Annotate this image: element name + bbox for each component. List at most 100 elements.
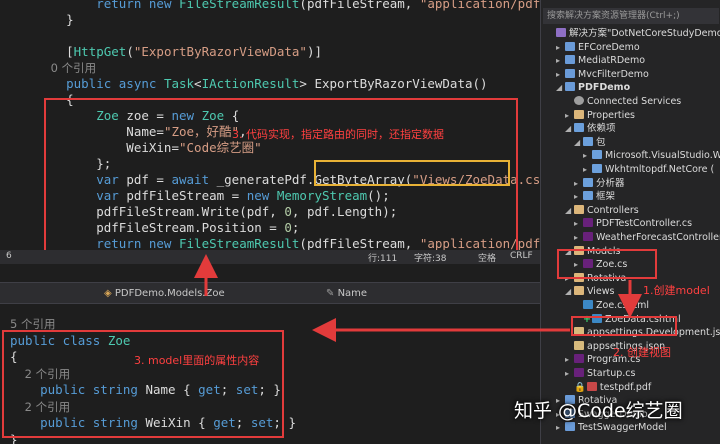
code-line: [HttpGet("ExportByRazorViewData")] bbox=[36, 43, 322, 60]
tree-item-label: 框架 bbox=[596, 191, 616, 203]
proj-icon bbox=[565, 55, 575, 65]
status-line-ending[interactable]: CRLF bbox=[510, 251, 533, 261]
tree-item-label: TestSwaggerModel bbox=[578, 422, 667, 434]
expand-arrow-icon[interactable]: ▸ bbox=[583, 149, 592, 163]
code-token: HttpGet bbox=[73, 44, 127, 59]
tree-item-label: EFCoreDemo bbox=[578, 41, 640, 53]
proj-icon bbox=[565, 68, 575, 78]
expand-arrow-icon[interactable]: ▸ bbox=[574, 231, 583, 245]
code-line: return new FileStreamResult(pdfFileStrea… bbox=[36, 0, 540, 12]
expand-arrow-icon[interactable]: ◢ bbox=[565, 285, 574, 299]
code-line: 0 个引用 bbox=[36, 59, 97, 76]
expand-arrow-icon[interactable]: ▸ bbox=[556, 68, 565, 82]
code-token: ( bbox=[126, 44, 134, 59]
cs-icon bbox=[574, 354, 584, 364]
solution-tree-item[interactable]: ▸ EFCoreDemo bbox=[556, 41, 640, 55]
code-token: 5 个引用 bbox=[10, 317, 56, 331]
solution-tree-item[interactable]: 🔒 testpdf.pdf bbox=[565, 381, 651, 395]
solution-tree-item[interactable]: ◢ Views bbox=[565, 285, 615, 299]
zoedata-view-highlight-box bbox=[571, 316, 677, 336]
sol-icon bbox=[556, 28, 566, 37]
tree-item-label: Connected Services bbox=[587, 96, 682, 107]
code-implementation-annotation: 3. 代码实现，指定路由的同时，还指定数据 bbox=[232, 128, 444, 141]
code-token: Task bbox=[163, 76, 195, 91]
lock-icon: 🔒 bbox=[574, 381, 586, 393]
solution-tree-item[interactable]: ◢ Controllers bbox=[565, 204, 639, 218]
code-token: return bbox=[36, 0, 149, 11]
solution-tree-item[interactable]: 解决方案"DotNetCoreStudyDemo"(12 bbox=[547, 27, 720, 41]
code-line: public async Task<IActionResult> ExportB… bbox=[36, 75, 488, 92]
property-icon: ✎ bbox=[326, 288, 338, 299]
folder-icon bbox=[574, 109, 584, 119]
solution-tree-item[interactable]: ▸ MediatRDemo bbox=[556, 54, 645, 68]
editor-split-divider[interactable] bbox=[0, 264, 540, 282]
member-dropdown[interactable]: ✎ Name bbox=[326, 286, 367, 301]
top-code-editor[interactable]: return new FileStreamResult(pdfFileStrea… bbox=[0, 0, 540, 250]
folder-icon bbox=[574, 286, 584, 296]
tree-item-label: 包 bbox=[596, 136, 606, 148]
create-view-annotation: 2. 创建视图 bbox=[613, 346, 671, 359]
status-chars: 字符:38 bbox=[414, 254, 447, 264]
code-token: 0 个引用 bbox=[36, 61, 97, 75]
solution-tree-item[interactable]: ▸ TestSwaggerModel bbox=[556, 421, 667, 435]
navigation-bar: ◈ PDFDemo.Models.Zoe ✎ Name bbox=[0, 282, 540, 304]
code-token: FileStreamResult bbox=[179, 0, 300, 11]
solution-tree-item[interactable]: ▸ MvcFilterDemo bbox=[556, 68, 649, 82]
models-highlight-box bbox=[557, 249, 657, 279]
solution-tree-item[interactable]: ▸ Startup.cs bbox=[565, 367, 635, 381]
cshtml-icon bbox=[583, 300, 593, 309]
code-token: > ExportByRazorViewData() bbox=[299, 76, 488, 91]
class-dropdown[interactable]: ◈ PDFDemo.Models.Zoe bbox=[104, 286, 225, 301]
expand-arrow-icon[interactable]: ▸ bbox=[583, 163, 592, 177]
tree-item-label: Startup.cs bbox=[587, 368, 636, 379]
expand-arrow-icon[interactable]: ◢ bbox=[565, 204, 574, 218]
solution-tree-item[interactable]: ▸ Properties bbox=[565, 109, 635, 123]
folder-icon bbox=[574, 204, 584, 214]
expand-arrow-icon[interactable]: ▸ bbox=[574, 217, 583, 231]
solution-tree-item[interactable]: ▸ 框架 bbox=[574, 190, 615, 204]
tree-item-label: Microsoft.VisualStudio.W bbox=[605, 150, 720, 162]
solution-tree-item[interactable]: ◢ 包 bbox=[574, 136, 606, 150]
tree-item-label: testpdf.pdf bbox=[599, 381, 652, 393]
solution-search-input[interactable]: 搜索解决方案资源管理器(Ctrl+;) bbox=[543, 8, 719, 24]
solution-tree-item[interactable]: ◢ 依赖项 bbox=[565, 122, 616, 136]
expand-arrow-icon[interactable]: ▸ bbox=[565, 367, 574, 381]
tree-item-label: 分析器 bbox=[596, 177, 625, 189]
expand-arrow-icon[interactable]: ▸ bbox=[565, 353, 574, 367]
expand-arrow-icon[interactable]: ▸ bbox=[565, 109, 574, 123]
expand-arrow-icon[interactable]: ◢ bbox=[556, 81, 565, 95]
tree-item-label: Wkhtmltopdf.NetCore ( bbox=[605, 164, 715, 175]
status-indent-mode[interactable]: 空格 bbox=[478, 251, 496, 264]
model-properties-annotation: 3. model里面的属性内容 bbox=[134, 354, 260, 367]
expand-arrow-icon[interactable]: ◢ bbox=[574, 136, 583, 150]
code-token: )] bbox=[306, 44, 323, 59]
solution-tree-item[interactable]: ▸ 分析器 bbox=[574, 177, 625, 191]
create-model-annotation: 1.创建model bbox=[643, 284, 710, 297]
ref-icon bbox=[583, 191, 593, 201]
status-line-number: 6 bbox=[6, 251, 12, 261]
expand-arrow-icon[interactable]: ▸ bbox=[556, 54, 565, 68]
solution-tree-item[interactable]: ▸ Microsoft.VisualStudio.W bbox=[583, 149, 720, 163]
gear-icon bbox=[574, 96, 584, 105]
solution-tree-item[interactable]: ▸ WeatherForecastController bbox=[574, 231, 720, 245]
expand-arrow-icon[interactable]: ◢ bbox=[565, 122, 574, 136]
view-path-highlight-box bbox=[314, 160, 510, 186]
model-properties-highlight-box bbox=[2, 330, 284, 438]
ref-icon bbox=[592, 164, 602, 173]
tree-item-label: Zoe.cshtml bbox=[596, 300, 649, 311]
expand-arrow-icon[interactable]: ▸ bbox=[556, 41, 565, 55]
solution-tree-item[interactable]: Connected Services bbox=[565, 95, 681, 109]
expand-arrow-icon[interactable]: ▸ bbox=[574, 190, 583, 204]
solution-tree-item[interactable]: ◢ PDFDemo bbox=[556, 81, 630, 95]
proj-icon bbox=[565, 41, 575, 51]
solution-tree-item[interactable]: ▸ PDFTestController.cs bbox=[574, 217, 692, 231]
bottom-code-editor[interactable]: 5 个引用 public class Zoe{ 2 个引用 public stri… bbox=[0, 304, 540, 444]
expand-arrow-icon[interactable]: ▸ bbox=[574, 177, 583, 191]
code-token: "ExportByRazorViewData" bbox=[133, 44, 307, 59]
solution-tree-item[interactable]: ▸ Wkhtmltopdf.NetCore ( bbox=[583, 163, 714, 177]
expand-arrow-icon[interactable]: ▸ bbox=[556, 421, 565, 435]
solution-tree-item[interactable]: Zoe.cshtml bbox=[574, 299, 649, 313]
code-token: public async bbox=[36, 76, 164, 91]
zhihu-watermark: 知乎 @Code综艺圈 bbox=[514, 400, 683, 422]
proj-icon bbox=[565, 422, 575, 432]
